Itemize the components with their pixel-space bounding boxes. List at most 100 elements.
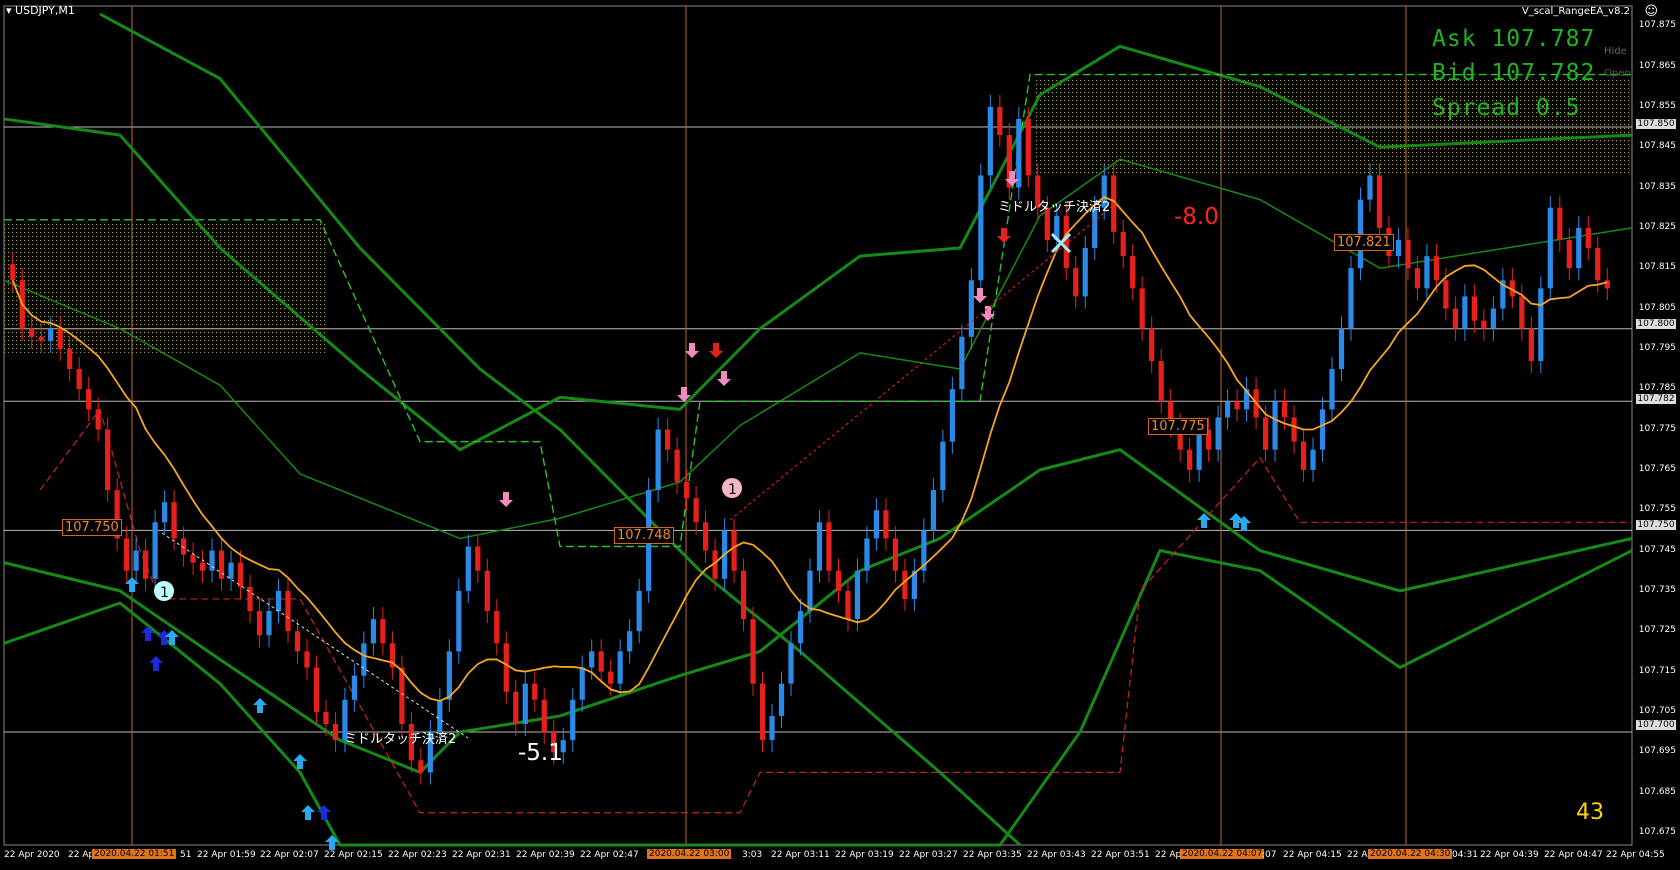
sell-arrow-icon <box>685 343 699 358</box>
price-tick: 107.835 <box>1638 181 1676 192</box>
settings-icon[interactable]: ☺ <box>1644 4 1658 19</box>
price-tick: 107.825 <box>1638 221 1676 232</box>
candle-body <box>475 546 481 571</box>
candle-body <box>1405 239 1411 269</box>
candle-body <box>494 611 500 644</box>
candle-body <box>465 546 471 591</box>
sell-arrow-icon <box>717 371 731 386</box>
ask-price: Ask 107.787 <box>1432 26 1596 52</box>
candle-body <box>1595 248 1601 281</box>
candle-body <box>399 667 405 724</box>
price-box-2: 107.800 <box>1636 319 1676 329</box>
hide-button[interactable]: Hide <box>1604 46 1627 57</box>
price-tick: 107.815 <box>1638 262 1676 273</box>
time-label: 22 Ap <box>1155 850 1182 860</box>
level-label-4: 107.821 <box>1334 234 1394 251</box>
price-chart[interactable]: 1 1 <box>0 0 1680 870</box>
candle-body <box>76 369 82 390</box>
time-label: 22 Apr 02:23 <box>388 850 447 860</box>
counter-value: 43 <box>1576 800 1604 825</box>
candle-body <box>1319 409 1326 450</box>
candle-body <box>902 570 908 599</box>
price-tick: 107.715 <box>1638 665 1676 676</box>
candle-body <box>570 699 576 741</box>
candle-body <box>589 651 595 668</box>
candle-body <box>418 760 424 773</box>
candle-body <box>332 723 339 741</box>
candle-body <box>617 651 623 684</box>
level-label-2: 107.748 <box>614 527 674 544</box>
price-tick: 107.725 <box>1638 625 1676 636</box>
candle-body <box>797 611 804 644</box>
candle-body <box>190 554 196 563</box>
candle-body <box>740 570 747 620</box>
time-label: 22 Apr 04:47 <box>1544 850 1603 860</box>
time-label: 22 Apr 02:39 <box>516 850 575 860</box>
candle-body <box>1224 401 1231 418</box>
candle-body <box>873 510 880 539</box>
price-tick: 107.745 <box>1638 544 1676 555</box>
candle-body <box>171 502 177 539</box>
candle-body <box>1196 429 1202 470</box>
candle-body <box>949 389 955 442</box>
price-tick: 107.755 <box>1638 504 1676 515</box>
time-label: 22 Apr 02:31 <box>452 850 511 860</box>
time-label: 22 Apr 03:11 <box>771 850 830 860</box>
level-label-1: 107.750 <box>62 519 122 536</box>
range-zone-layer <box>4 78 1632 353</box>
entry-marker-1-number: 1 <box>160 585 169 601</box>
time-highlight: 2020.04.22 03:00 <box>647 849 732 859</box>
symbol-label[interactable]: ▾ USDJPY,M1 <box>6 4 75 17</box>
time-label: 22 Apr 04:15 <box>1283 850 1342 860</box>
ea-name: V_scal_RangeEA_v8.2 <box>1521 6 1630 17</box>
price-tick: 107.785 <box>1638 383 1676 394</box>
bid-price: Bid 107.782 <box>1432 60 1596 86</box>
open-button[interactable]: Open <box>1604 68 1631 79</box>
band-line <box>3 448 1633 774</box>
candle-body <box>256 611 263 636</box>
candle-body <box>579 667 585 700</box>
candle-body <box>1158 360 1164 402</box>
candle-body <box>778 683 785 716</box>
candle-body <box>29 328 35 337</box>
level-label-3: 107.775 <box>1148 418 1208 435</box>
candle-body <box>997 106 1003 136</box>
candle-body <box>1490 308 1496 329</box>
candle-body <box>10 264 16 281</box>
time-highlight: 2020.04.22 01:51 <box>92 849 177 859</box>
candle-body <box>826 522 832 571</box>
candle-body <box>1120 231 1126 257</box>
candle-body <box>484 570 490 612</box>
candle-body <box>86 389 92 410</box>
price-box-5: 107.700 <box>1636 720 1676 730</box>
candle-body <box>1367 175 1373 200</box>
candle-body <box>313 667 320 712</box>
candle-body <box>266 611 272 636</box>
candle-body <box>1604 280 1610 289</box>
price-tick: 107.685 <box>1638 786 1676 797</box>
candle-body <box>124 538 130 571</box>
candle-body <box>1519 296 1525 329</box>
candle-body <box>1300 441 1307 470</box>
candle-body <box>67 348 73 370</box>
price-tick: 107.795 <box>1638 342 1676 353</box>
candle-body <box>892 538 899 571</box>
candle-body <box>608 671 614 684</box>
price-tick: 107.845 <box>1638 141 1676 152</box>
candle-body <box>1082 248 1088 297</box>
candle-body <box>1481 320 1487 329</box>
time-label: 04:31 <box>1452 850 1478 860</box>
candle-body <box>1471 296 1477 321</box>
price-tick: 107.865 <box>1638 60 1676 71</box>
sell-arrow-icon <box>997 228 1011 243</box>
chart-window[interactable]: 1 1 ▾ USDJPY,M1 V_scal_RangeEA_v8.2 ☺ As… <box>0 0 1680 870</box>
candle-body <box>665 429 671 450</box>
time-label: 22 Apr 01:59 <box>197 850 256 860</box>
candle-body <box>285 590 291 632</box>
candle-body <box>513 691 519 724</box>
price-tick: 107.705 <box>1638 705 1676 716</box>
candle-body <box>750 619 756 684</box>
candle-body <box>1433 256 1440 281</box>
candle-body <box>1073 268 1079 297</box>
candle-body <box>1139 288 1145 329</box>
